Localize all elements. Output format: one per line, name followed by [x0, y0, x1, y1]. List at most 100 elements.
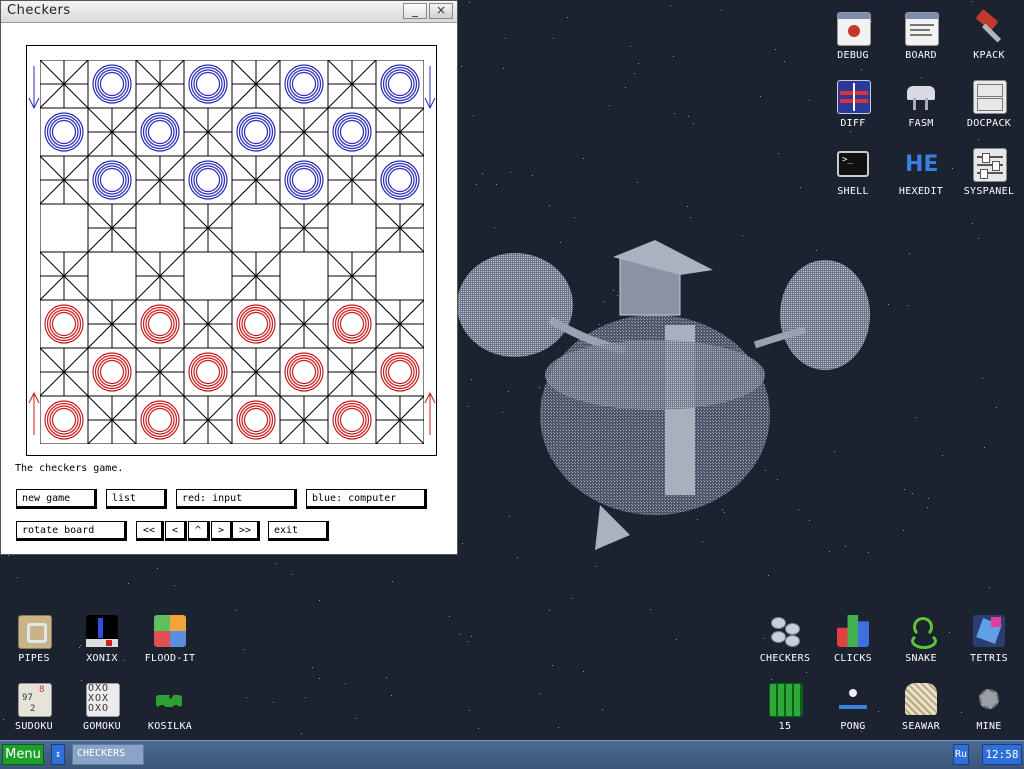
desktop-icon-kpack[interactable]: KPACK — [955, 8, 1023, 76]
board-square[interactable] — [375, 347, 424, 397]
window-titlebar[interactable]: Checkers _ × — [1, 1, 457, 23]
board-square[interactable] — [135, 155, 185, 205]
board-square[interactable] — [327, 107, 377, 157]
desktop-icon-fasm[interactable]: FASM — [887, 80, 955, 144]
desktop-icon-board[interactable]: BOARD — [887, 12, 955, 76]
desktop-icon-sudoku[interactable]: 97 8 2 SUDOKU — [0, 683, 68, 747]
board-square[interactable] — [375, 203, 424, 253]
board-square[interactable] — [375, 60, 424, 109]
board-square[interactable] — [327, 60, 377, 109]
board-square[interactable] — [279, 155, 329, 205]
board-square[interactable] — [279, 299, 329, 349]
board-square[interactable] — [87, 155, 137, 205]
board-square[interactable] — [183, 155, 233, 205]
board-square[interactable] — [183, 107, 233, 157]
menu-button[interactable]: Menu — [2, 744, 44, 765]
board-square[interactable] — [279, 107, 329, 157]
rotate-board-button[interactable]: rotate board — [16, 521, 127, 541]
board-square[interactable] — [87, 107, 137, 157]
desktop-icon-shell[interactable]: >_ SHELL — [819, 148, 887, 212]
board-square[interactable] — [87, 347, 137, 397]
desktop-icon-pong[interactable]: PONG — [819, 683, 887, 747]
desktop-icon-hexedit[interactable]: HE HEXEDIT — [887, 148, 955, 212]
minimize-button[interactable]: _ — [403, 3, 427, 19]
board-square[interactable] — [135, 60, 185, 109]
board-square[interactable] — [87, 395, 137, 444]
board-square[interactable] — [135, 395, 185, 444]
desktop-icon-seawar[interactable]: SEAWAR — [887, 683, 955, 747]
board-square[interactable] — [327, 299, 377, 349]
desktop-icon-flood-it[interactable]: FLOOD-IT — [136, 615, 204, 679]
board-square[interactable] — [135, 203, 185, 253]
board-square[interactable] — [135, 347, 185, 397]
board-square[interactable] — [279, 395, 329, 444]
desktop-icon-xonix[interactable]: XONIX — [68, 615, 136, 679]
desktop-icon-docpack[interactable]: DOCPACK — [955, 80, 1023, 144]
checkers-board[interactable] — [40, 60, 424, 444]
board-square[interactable] — [279, 203, 329, 253]
board-square[interactable] — [183, 60, 233, 109]
desktop-icon-tetris[interactable]: TETRIS — [955, 615, 1023, 679]
blue-player-button[interactable]: blue: computer — [306, 489, 427, 509]
taskbar-item-checkers[interactable]: CHECKERS — [72, 744, 144, 765]
desktop-icon-mine[interactable]: MINE — [955, 683, 1023, 747]
board-square[interactable] — [231, 155, 281, 205]
close-button[interactable]: × — [429, 3, 453, 19]
board-square[interactable] — [279, 60, 329, 109]
board-square[interactable] — [87, 299, 137, 349]
board-square[interactable] — [40, 299, 89, 349]
board-square[interactable] — [327, 155, 377, 205]
board-square[interactable] — [231, 395, 281, 444]
desktop-icon-15[interactable]: 15 — [751, 683, 819, 747]
desktop-icon-kosilka[interactable]: KOSILKA — [136, 683, 204, 747]
board-square[interactable] — [327, 347, 377, 397]
board-square[interactable] — [375, 155, 424, 205]
board-square[interactable] — [87, 203, 137, 253]
board-square[interactable] — [40, 395, 89, 444]
up-button[interactable]: ^ — [188, 521, 210, 541]
board-square[interactable] — [375, 395, 424, 444]
board-square[interactable] — [135, 299, 185, 349]
board-square[interactable] — [40, 155, 89, 205]
board-square[interactable] — [231, 251, 281, 301]
prev-move-button[interactable]: < — [165, 521, 187, 541]
language-indicator[interactable]: Ru — [953, 744, 969, 765]
board-square[interactable] — [40, 347, 89, 397]
desktop-icon-pipes[interactable]: PIPES — [0, 615, 68, 679]
desktop-icon-debug[interactable]: DEBUG — [819, 12, 887, 76]
board-square[interactable] — [135, 107, 185, 157]
board-square[interactable] — [183, 299, 233, 349]
exit-button[interactable]: exit — [268, 521, 329, 541]
desktop-icon-checkers[interactable]: CHECKERS — [751, 615, 819, 679]
board-square[interactable] — [375, 107, 424, 157]
board-square[interactable] — [327, 251, 377, 301]
board-square[interactable] — [375, 251, 424, 301]
board-square[interactable] — [231, 203, 281, 253]
board-square[interactable] — [40, 203, 89, 253]
last-move-button[interactable]: >> — [232, 521, 260, 541]
board-square[interactable] — [327, 395, 377, 444]
board-square[interactable] — [375, 299, 424, 349]
board-square[interactable] — [40, 251, 89, 301]
first-move-button[interactable]: << — [136, 521, 164, 541]
board-square[interactable] — [231, 60, 281, 109]
board-square[interactable] — [279, 251, 329, 301]
board-square[interactable] — [135, 251, 185, 301]
board-square[interactable] — [183, 395, 233, 444]
desktop-icon-diff[interactable]: DIFF — [819, 80, 887, 144]
board-square[interactable] — [183, 251, 233, 301]
new-game-button[interactable]: new game — [16, 489, 97, 509]
board-square[interactable] — [183, 203, 233, 253]
board-square[interactable] — [279, 347, 329, 397]
desktop-icon-gomoku[interactable]: OXO XOX OXO GOMOKU — [68, 683, 136, 747]
next-move-button[interactable]: > — [211, 521, 233, 541]
red-player-button[interactable]: red: input — [176, 489, 297, 509]
board-square[interactable] — [231, 347, 281, 397]
board-square[interactable] — [87, 251, 137, 301]
desktop-icon-syspanel[interactable]: SYSPANEL — [955, 148, 1023, 212]
board-square[interactable] — [40, 107, 89, 157]
board-square[interactable] — [231, 299, 281, 349]
board-square[interactable] — [231, 107, 281, 157]
desktop-icon-snake[interactable]: SNAKE — [887, 615, 955, 679]
board-square[interactable] — [183, 347, 233, 397]
